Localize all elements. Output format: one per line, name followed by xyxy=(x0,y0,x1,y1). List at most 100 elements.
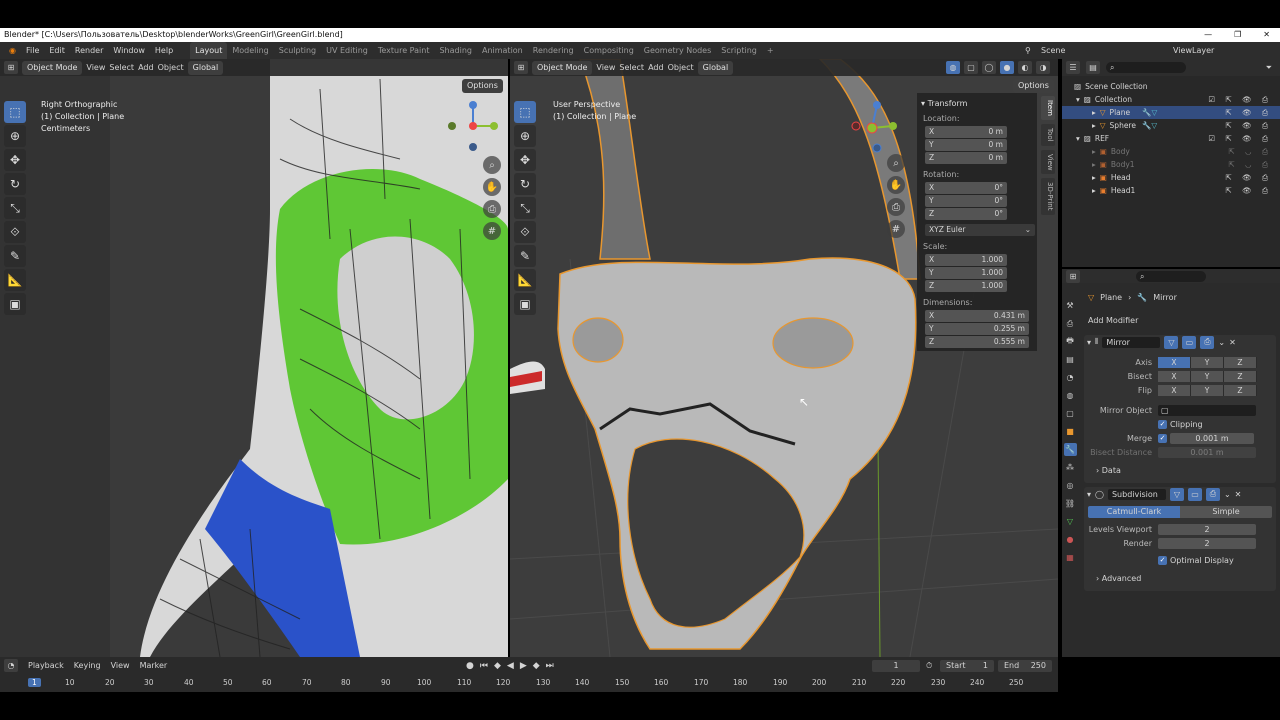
scale-y-field[interactable]: Y 1.000 xyxy=(925,267,1007,279)
jump-start-icon[interactable]: ⏮ xyxy=(480,661,488,671)
menu-keying[interactable]: Keying xyxy=(74,661,101,670)
editmode-toggle-icon[interactable]: ▽ xyxy=(1169,487,1184,501)
minimize-icon[interactable]: — xyxy=(1204,28,1212,42)
tab-item[interactable]: Item xyxy=(1041,96,1055,120)
visibility-icons[interactable]: ⇱ 👁 ⎙ xyxy=(1225,119,1272,132)
scale-icon[interactable]: ⤡ xyxy=(514,197,536,219)
tab-animation[interactable]: Animation xyxy=(477,42,528,59)
transform-orientation[interactable]: Global xyxy=(697,60,734,75)
transform-icon[interactable]: ⟐ xyxy=(4,221,26,243)
camera-icon[interactable]: ⎙ xyxy=(483,200,501,218)
shading-material-icon[interactable]: ◐ xyxy=(1018,61,1032,74)
xray-icon[interactable]: ▢ xyxy=(964,61,978,74)
transform-section-title[interactable]: ▾ Transform xyxy=(921,99,1033,108)
merge-distance-field[interactable]: 0.001 m xyxy=(1170,432,1254,444)
dimensions-z-field[interactable]: Z 0.555 m xyxy=(925,336,1029,348)
location-z-field[interactable]: Z0 m xyxy=(925,152,1007,164)
camera-icon[interactable]: ⎙ xyxy=(887,198,905,216)
tab-scripting[interactable]: Scripting xyxy=(716,42,762,59)
jump-end-icon[interactable]: ⏭ xyxy=(546,661,554,671)
levels-viewport-field[interactable]: 2 xyxy=(1158,523,1256,535)
render-toggle-icon[interactable]: ⎙ xyxy=(1205,487,1220,501)
visibility-icons[interactable]: ☑ ⇱ 👁 ⎙ xyxy=(1208,132,1272,145)
rotate-icon[interactable]: ↻ xyxy=(4,173,26,195)
advanced-subpanel-header[interactable]: › Advanced xyxy=(1084,571,1276,585)
navigation-gizmo[interactable] xyxy=(848,97,910,155)
timeline-ruler[interactable]: 1 10 20 30 40 50 60 70 80 90 100 110 120… xyxy=(0,676,1058,690)
editor-type-icon[interactable]: ⊞ xyxy=(4,61,18,74)
tab-shading[interactable]: Shading xyxy=(434,42,477,59)
properties-search-input[interactable]: ⌕ xyxy=(1136,270,1206,282)
current-frame-field[interactable]: 1 xyxy=(872,659,920,672)
render-levels-field[interactable]: 2 xyxy=(1158,537,1256,549)
rotation-z-field[interactable]: Z 0° xyxy=(925,208,1007,220)
select-box-icon[interactable]: ⬚ xyxy=(4,101,26,123)
tab-layout[interactable]: Layout xyxy=(190,42,228,59)
transform-orientation[interactable]: Global xyxy=(187,60,224,75)
timeline-editor-type-icon[interactable]: ◔ xyxy=(4,659,18,672)
rotation-x-field[interactable]: X 0° xyxy=(925,182,1007,194)
maximize-icon[interactable]: ❐ xyxy=(1234,28,1241,42)
visibility-icons[interactable]: ⇱ 👁 ⎙ xyxy=(1225,184,1272,197)
mode-select[interactable]: Object Mode xyxy=(532,60,593,75)
record-icon[interactable]: ● xyxy=(466,661,474,671)
menu-marker[interactable]: Marker xyxy=(140,661,168,670)
transform-icon[interactable]: ⟐ xyxy=(514,221,536,243)
render-toggle-icon[interactable]: ⎙ xyxy=(1200,335,1215,349)
menu-select[interactable]: Select xyxy=(619,63,644,72)
display-mode-icon[interactable]: ▤ xyxy=(1086,61,1100,74)
scale-x-field[interactable]: X 1.000 xyxy=(925,254,1007,266)
bisect-y-toggle[interactable]: Y xyxy=(1191,370,1224,382)
menu-edit[interactable]: Edit xyxy=(44,42,70,59)
select-box-icon[interactable]: ⬚ xyxy=(514,101,536,123)
axis-z-toggle[interactable]: Z xyxy=(1224,356,1257,368)
tab-sculpting[interactable]: Sculpting xyxy=(274,42,321,59)
menu-view[interactable]: View xyxy=(596,63,615,72)
filter-icon[interactable]: ⏷ xyxy=(1266,63,1272,73)
left-viewport[interactable]: ⊞ Object Mode View Select Add Object Glo… xyxy=(0,59,508,657)
start-frame-field[interactable]: Start 1 xyxy=(940,659,994,672)
outliner-row-collection[interactable]: ▾ ▨ Collection ☑ ⇱ 👁 ⎙ xyxy=(1062,93,1280,106)
dimensions-x-field[interactable]: X 0.431 m xyxy=(925,310,1029,322)
end-frame-field[interactable]: End 250 xyxy=(998,659,1052,672)
flip-y-toggle[interactable]: Y xyxy=(1191,384,1224,396)
visibility-icons[interactable]: ⇱ ◡ ⎙ xyxy=(1228,158,1272,171)
view-layer-tab-icon[interactable]: ▤ xyxy=(1064,353,1077,366)
axis-y-toggle[interactable]: Y xyxy=(1191,356,1224,368)
tab-uv-editing[interactable]: UV Editing xyxy=(321,42,373,59)
dimensions-y-field[interactable]: Y 0.255 m xyxy=(925,323,1029,335)
menu-window[interactable]: Window xyxy=(108,42,150,59)
shading-solid-icon[interactable]: ● xyxy=(1000,61,1014,74)
add-workspace-button[interactable]: + xyxy=(762,42,779,59)
add-cube-icon[interactable]: ▣ xyxy=(514,293,536,315)
catmull-clark-toggle[interactable]: Catmull-Clark xyxy=(1088,506,1180,518)
merge-checkbox[interactable]: ✓ xyxy=(1158,433,1167,443)
outliner-row-head1[interactable]: ▸ ▣ Head1 ⇱ 👁 ⎙ xyxy=(1062,184,1280,197)
collapse-icon[interactable]: ▾ xyxy=(1087,490,1091,499)
zoom-icon[interactable]: ⌕ xyxy=(887,154,905,172)
add-modifier-button[interactable]: Add Modifier xyxy=(1088,316,1138,325)
tab-tool[interactable]: Tool xyxy=(1041,123,1055,146)
overlay-toggle-icon[interactable]: ◍ xyxy=(946,61,960,74)
world-tab-icon[interactable]: ◍ xyxy=(1064,389,1077,402)
outliner-editor-type-icon[interactable]: ☰ xyxy=(1066,61,1080,74)
next-keyframe-icon[interactable]: ◆ xyxy=(533,661,540,671)
annotate-icon[interactable]: ✎ xyxy=(4,245,26,267)
playhead-frame[interactable]: 1 xyxy=(28,678,41,687)
measure-icon[interactable]: 📐 xyxy=(4,269,26,291)
menu-add[interactable]: Add xyxy=(648,63,664,72)
menu-view[interactable]: View xyxy=(86,63,105,72)
menu-render[interactable]: Render xyxy=(70,42,108,59)
viewlayer-name[interactable]: ViewLayer xyxy=(1168,42,1219,59)
particles-tab-icon[interactable]: ⁂ xyxy=(1064,461,1077,474)
remove-modifier-icon[interactable]: ✕ xyxy=(1229,338,1236,347)
viewport-toggle-icon[interactable]: ▭ xyxy=(1187,487,1202,501)
menu-playback[interactable]: Playback xyxy=(28,661,64,670)
menu-help[interactable]: Help xyxy=(150,42,178,59)
menu-object[interactable]: Object xyxy=(668,63,694,72)
outliner-row-scene-collection[interactable]: ▨ Scene Collection xyxy=(1062,80,1280,93)
visibility-icons[interactable]: ⇱ 👁 ⎙ xyxy=(1225,171,1272,184)
menu-add[interactable]: Add xyxy=(138,63,154,72)
material-tab-icon[interactable]: ● xyxy=(1064,533,1077,546)
prev-keyframe-icon[interactable]: ◆ xyxy=(494,661,501,671)
